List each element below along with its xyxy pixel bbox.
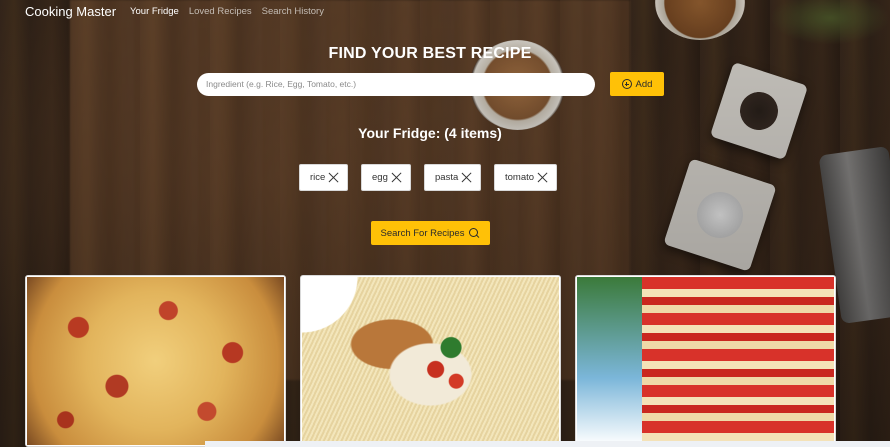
recipe-card[interactable]	[575, 275, 836, 447]
page-title: FIND YOUR BEST RECIPE	[328, 45, 532, 62]
close-icon[interactable]	[537, 172, 548, 183]
close-icon[interactable]	[461, 172, 472, 183]
ingredient-form: Add	[197, 72, 664, 96]
brand-logo[interactable]: Cooking Master	[25, 4, 116, 19]
fridge-items: rice egg pasta tomato	[0, 164, 890, 191]
fridge-heading: Your Fridge: (4 items)	[358, 125, 502, 141]
fridge-item-chip: pasta	[424, 164, 482, 191]
nav-search-history[interactable]: Search History	[262, 6, 324, 17]
search-icon	[469, 227, 480, 239]
pepper-dish	[709, 61, 809, 161]
plus-circle-icon	[621, 79, 632, 89]
chip-label: pasta	[435, 172, 459, 183]
recipe-card[interactable]	[25, 275, 286, 447]
chip-label: tomato	[505, 172, 535, 183]
add-button[interactable]: Add	[610, 72, 664, 96]
close-icon[interactable]	[391, 172, 402, 183]
fridge-item-chip: tomato	[494, 164, 558, 191]
nav-loved-recipes[interactable]: Loved Recipes	[189, 6, 252, 17]
add-button-label: Add	[635, 78, 653, 90]
search-recipes-label: Search For Recipes	[380, 227, 465, 239]
fridge-item-chip: rice	[299, 164, 349, 191]
close-icon[interactable]	[328, 172, 339, 183]
chip-label: rice	[310, 172, 326, 183]
chip-label: egg	[372, 172, 388, 183]
navbar: Cooking Master Your Fridge Loved Recipes…	[0, 0, 890, 22]
os-taskbar	[205, 441, 890, 447]
recipe-image-chicken-pasta[interactable]	[302, 277, 559, 445]
ingredient-input[interactable]	[197, 72, 595, 96]
recipe-image-lasagna[interactable]	[577, 277, 834, 445]
recipe-image-pizza[interactable]	[27, 277, 284, 445]
nav-your-fridge[interactable]: Your Fridge	[130, 6, 179, 17]
search-recipes-button[interactable]: Search For Recipes	[371, 221, 490, 245]
fridge-item-chip: egg	[361, 164, 411, 191]
recipe-card[interactable]	[300, 275, 561, 447]
